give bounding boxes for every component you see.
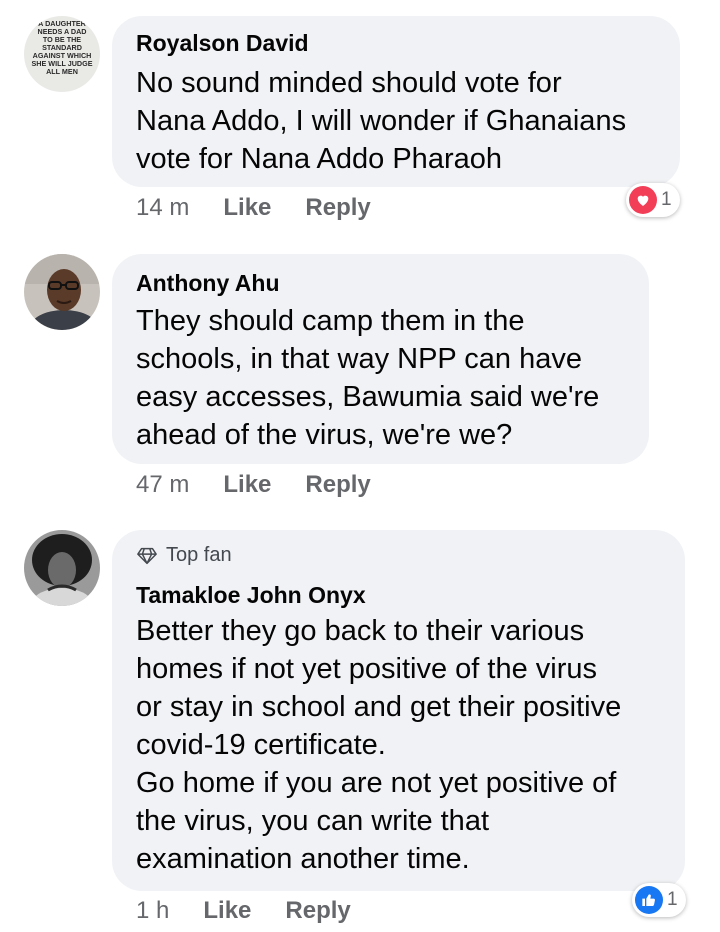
reaction-count: 1 — [661, 189, 672, 210]
avatar-quote-image: A DAUGHTER NEEDS A DAD TO BE THE STANDAR… — [24, 16, 100, 92]
comment-text: No sound minded should vote for Nana Add… — [136, 67, 627, 175]
comment-author[interactable]: Anthony Ahu — [136, 270, 280, 297]
comment-actions: 1 h Like Reply — [136, 897, 351, 925]
comment-timestamp[interactable]: 47 m — [136, 471, 189, 499]
diamond-icon — [137, 547, 157, 564]
reaction-summary[interactable]: 1 — [632, 883, 686, 917]
reply-button[interactable]: Reply — [305, 194, 370, 222]
reaction-count: 1 — [667, 889, 678, 910]
comment-timestamp[interactable]: 14 m — [136, 194, 189, 222]
comment-timestamp[interactable]: 1 h — [136, 897, 169, 925]
comment-author[interactable]: Royalson David — [136, 30, 309, 57]
comment-bubble: Royalson David No sound minded should vo… — [112, 16, 680, 187]
comment-text: They should camp them in the schools, in… — [136, 305, 600, 451]
comment-actions: 14 m Like Reply — [136, 194, 371, 222]
like-button[interactable]: Like — [223, 471, 271, 499]
avatar[interactable]: A DAUGHTER NEEDS A DAD TO BE THE STANDAR… — [24, 16, 100, 92]
comment-actions: 47 m Like Reply — [136, 471, 371, 499]
comment-bubble: Anthony Ahu They should camp them in the… — [112, 254, 649, 464]
avatar[interactable] — [24, 530, 100, 606]
comment-text: Better they go back to their various hom… — [136, 615, 622, 875]
avatar-photo — [24, 254, 100, 330]
like-button[interactable]: Like — [223, 194, 271, 222]
comment-bubble: Top fan Tamakloe John Onyx Better they g… — [112, 530, 685, 891]
reaction-summary[interactable]: 1 — [626, 183, 680, 217]
reply-button[interactable]: Reply — [305, 471, 370, 499]
comment-author[interactable]: Tamakloe John Onyx — [136, 582, 366, 609]
svg-text:ALL MEN: ALL MEN — [46, 67, 78, 76]
thumbs-up-icon — [635, 886, 663, 914]
heart-icon — [629, 186, 657, 214]
like-button[interactable]: Like — [203, 897, 251, 925]
reply-button[interactable]: Reply — [285, 897, 350, 925]
avatar[interactable] — [24, 254, 100, 330]
top-fan-badge: Top fan — [136, 544, 232, 567]
top-fan-label: Top fan — [166, 544, 232, 566]
avatar-photo — [24, 530, 100, 606]
